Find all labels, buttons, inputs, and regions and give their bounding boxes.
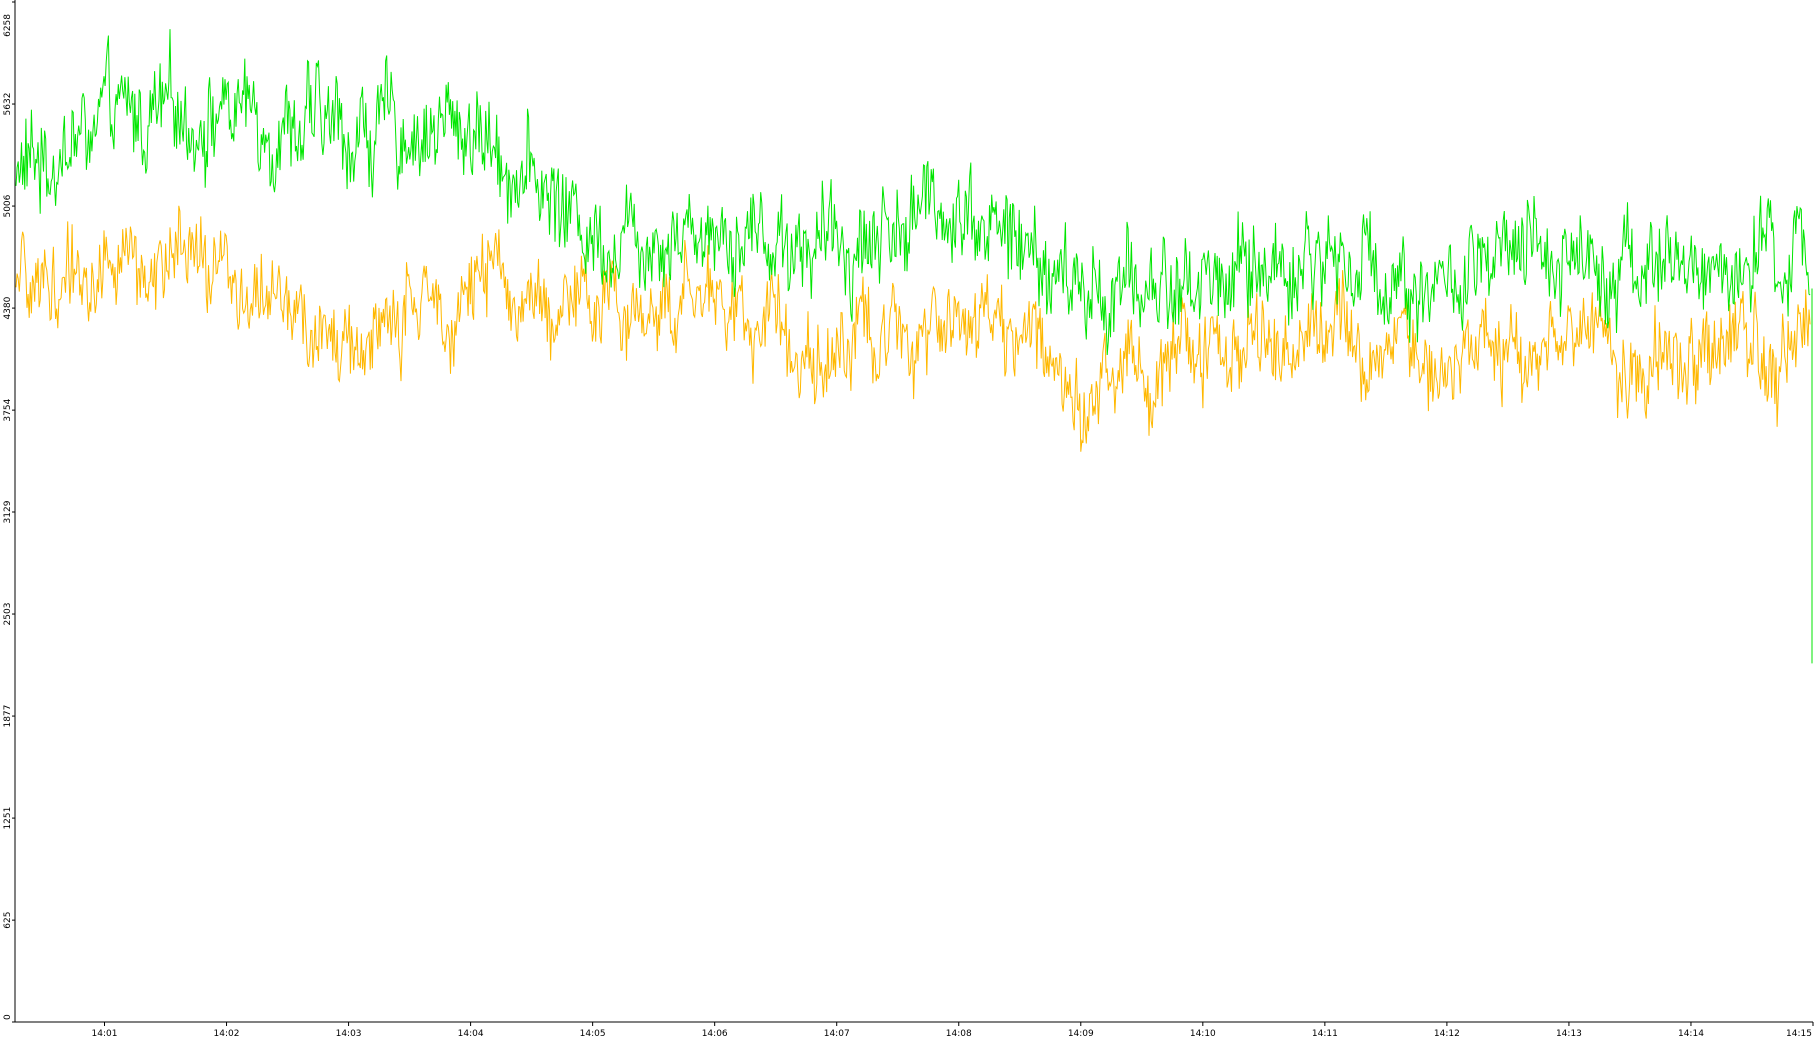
- x-tick-label: 14:02: [214, 1029, 240, 1039]
- line-chart: 0 625 1251 1877 2503 3129 3754 4380 5006 5632 6258…: [3, 0, 1814, 1039]
- y-tick-label: 1251: [3, 807, 13, 830]
- series-line-green: [15, 29, 1811, 356]
- x-tick-label: 14:14: [1678, 1029, 1704, 1039]
- x-tick-label: 14:05: [580, 1029, 606, 1039]
- y-tick-label: 5006: [3, 194, 13, 217]
- y-tick-label: 3754: [3, 398, 13, 421]
- plot-series: [15, 29, 1813, 664]
- x-tick-label: 14:06: [702, 1029, 728, 1039]
- y-tick-label: 6258: [3, 14, 13, 37]
- x-tick-label: 14:04: [458, 1029, 484, 1039]
- x-axis-ticks: 14:01 14:02 14:03 14:04 14:05 14:06 14:07 14:08…: [92, 1022, 1814, 1039]
- y-axis-ticks: 0 625 1251 1877 2503 3129 3754 4380 5006 5632 6258: [3, 1, 15, 1023]
- y-tick-label: 3129: [3, 500, 13, 523]
- y-tick-label: 625: [3, 912, 13, 929]
- y-tick-label: 2503: [3, 603, 13, 626]
- y-tick-label: 0: [3, 1014, 13, 1020]
- x-tick-label: 14:01: [92, 1029, 118, 1039]
- x-tick-label: 14:08: [946, 1029, 972, 1039]
- x-tick-label: 14:10: [1190, 1029, 1216, 1039]
- x-tick-label: 14:15: [1786, 1029, 1812, 1039]
- y-tick-label: 5632: [3, 93, 13, 116]
- y-tick-label: 4380: [3, 296, 13, 319]
- y-tick-label: 1877: [3, 705, 13, 728]
- x-tick-label: 14:09: [1068, 1029, 1094, 1039]
- x-tick-label: 14:07: [824, 1029, 850, 1039]
- x-tick-label: 14:13: [1556, 1029, 1582, 1039]
- x-tick-label: 14:03: [336, 1029, 362, 1039]
- x-tick-label: 14:12: [1434, 1029, 1460, 1039]
- x-tick-label: 14:11: [1312, 1029, 1338, 1039]
